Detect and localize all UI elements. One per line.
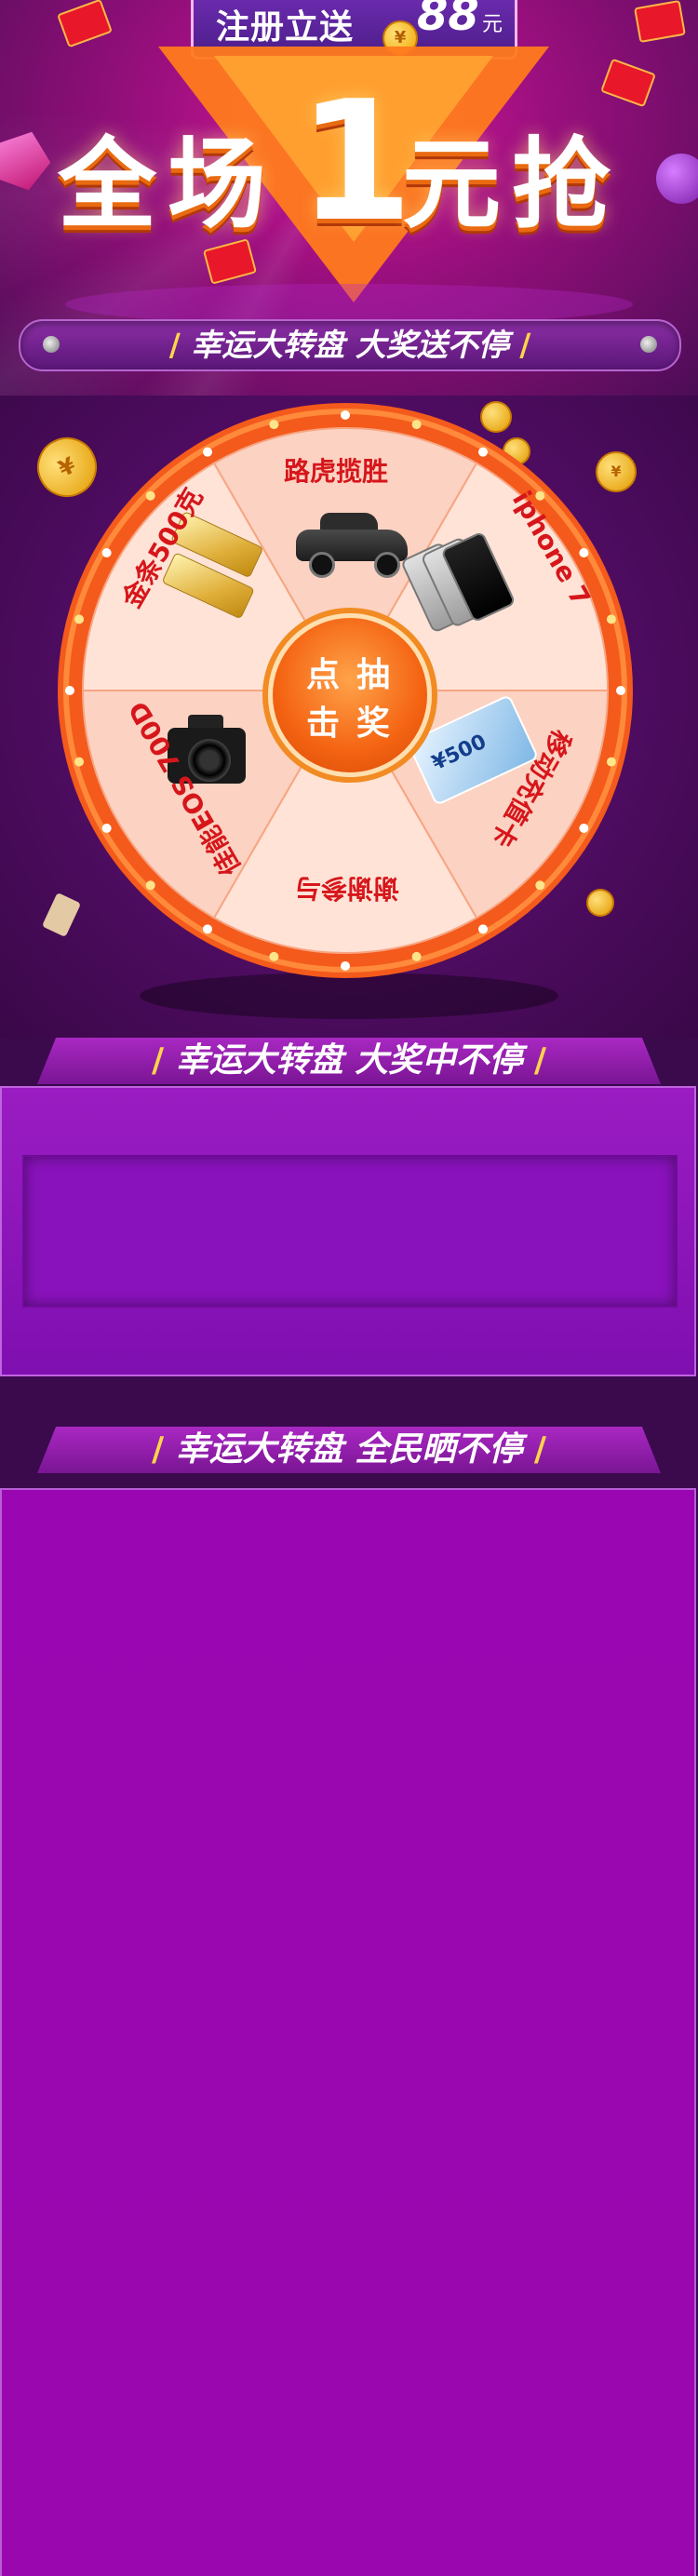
- draw-button[interactable]: 点 抽 击 奖: [268, 613, 432, 777]
- wheel-rim-light: [145, 490, 155, 501]
- winners-section: / 幸运大转盘 大奖中不停 /: [0, 1038, 698, 1391]
- recharge-card-amount: ¥500: [428, 730, 490, 776]
- share-section-title: / 幸运大转盘 全民晒不停 /: [0, 1427, 698, 1473]
- wheel-rim-light: [74, 614, 85, 624]
- slash-right: /: [533, 1041, 546, 1080]
- prize-label-thanks: 谢谢参与: [295, 873, 400, 904]
- hero-title-char: 全: [58, 127, 156, 242]
- share-section-header: / 幸运大转盘 全民晒不停 /: [0, 1427, 698, 1475]
- draw-button-char: 击: [306, 704, 341, 743]
- wheel-rim-light: [579, 548, 589, 557]
- wheel-shadow: [140, 973, 558, 1019]
- slogan-text: / 幸运大转盘 大奖送不停 /: [20, 321, 679, 369]
- winners-section-title-text: 幸运大转盘 大奖中不停: [175, 1041, 523, 1080]
- slogan-bar: / 幸运大转盘 大奖送不停 /: [19, 319, 681, 371]
- wheel-rim-light: [341, 410, 350, 420]
- hero-banner: 注册立送 ¥ 88 元 全 场 1 元 抢 / 幸运大转盘 大奖送不停 /: [0, 0, 698, 396]
- page: 注册立送 ¥ 88 元 全 场 1 元 抢 / 幸运大转盘 大奖送不停 / ¥ …: [0, 0, 698, 2576]
- wheel-rim-light: [411, 951, 422, 961]
- winners-list-area[interactable]: [22, 1155, 678, 1308]
- wheel-rim-light: [269, 420, 279, 430]
- wheel-rim-light: [478, 447, 488, 457]
- register-bonus-amount: 88: [417, 0, 479, 41]
- wheel-rim-light: [341, 961, 350, 971]
- share-section-title-text: 幸运大转盘 全民晒不停: [175, 1430, 523, 1469]
- slash-right: /: [533, 1430, 546, 1469]
- hero-title-char: 抢: [512, 127, 611, 242]
- register-bonus-unit: 元: [482, 13, 503, 36]
- wheel-rim-light: [616, 686, 625, 695]
- hero-title-char: 元: [402, 127, 501, 242]
- wheel-rim-light: [411, 420, 422, 430]
- decor-ball-icon: [656, 154, 698, 204]
- register-bonus-label: 注册立送: [216, 8, 355, 47]
- slash-left: /: [152, 1041, 165, 1080]
- hero-title: 全 场 1 元 抢: [58, 65, 653, 258]
- winners-panel: [0, 1086, 696, 1376]
- winners-section-header: / 幸运大转盘 大奖中不停 /: [0, 1038, 698, 1086]
- hero-title-char: 1: [298, 65, 413, 258]
- wheel-rim-light: [478, 924, 488, 934]
- wheel-rim-light: [606, 757, 616, 767]
- wheel-rim-light: [65, 686, 74, 695]
- wheel-rim-light: [203, 924, 212, 934]
- slash-left: /: [168, 327, 181, 363]
- slash-left: /: [152, 1430, 165, 1469]
- draw-button-char: 奖: [356, 704, 391, 743]
- wheel-rim-light: [203, 447, 212, 457]
- wheel-rim-light: [269, 951, 279, 961]
- winners-section-title: / 幸运大转盘 大奖中不停 /: [0, 1038, 698, 1084]
- prize-wheel[interactable]: ¥500 路虎揽胜 iphone 7 移动充值卡 谢谢参与 佳能EOS 700D…: [58, 403, 633, 978]
- wheel-rim-light: [606, 614, 616, 624]
- draw-button-char: 抽: [356, 656, 391, 694]
- lucky-wheel-section: ¥ ¥ ¥500 路虎揽胜 iphone 7 移动充值卡 谢谢参与 佳能EOS …: [0, 396, 698, 1038]
- slash-right: /: [519, 327, 531, 363]
- land-rover-image: [296, 513, 408, 578]
- wheel-rim-light: [101, 824, 112, 833]
- wheel-rim-light: [101, 548, 112, 557]
- wheel-rim-light: [579, 824, 589, 833]
- share-panel[interactable]: [0, 1488, 696, 2576]
- wheel-rim-light: [145, 880, 155, 891]
- slogan-label: 幸运大转盘 大奖送不停: [191, 327, 509, 363]
- prize-label-land-rover: 路虎揽胜: [284, 456, 389, 487]
- wheel-rim-light: [74, 757, 85, 767]
- draw-button-char: 点: [306, 656, 341, 694]
- hero-title-char: 场: [168, 127, 266, 242]
- wheel-rim-light: [535, 880, 545, 891]
- share-section: / 幸运大转盘 全民晒不停 /: [0, 1391, 698, 2576]
